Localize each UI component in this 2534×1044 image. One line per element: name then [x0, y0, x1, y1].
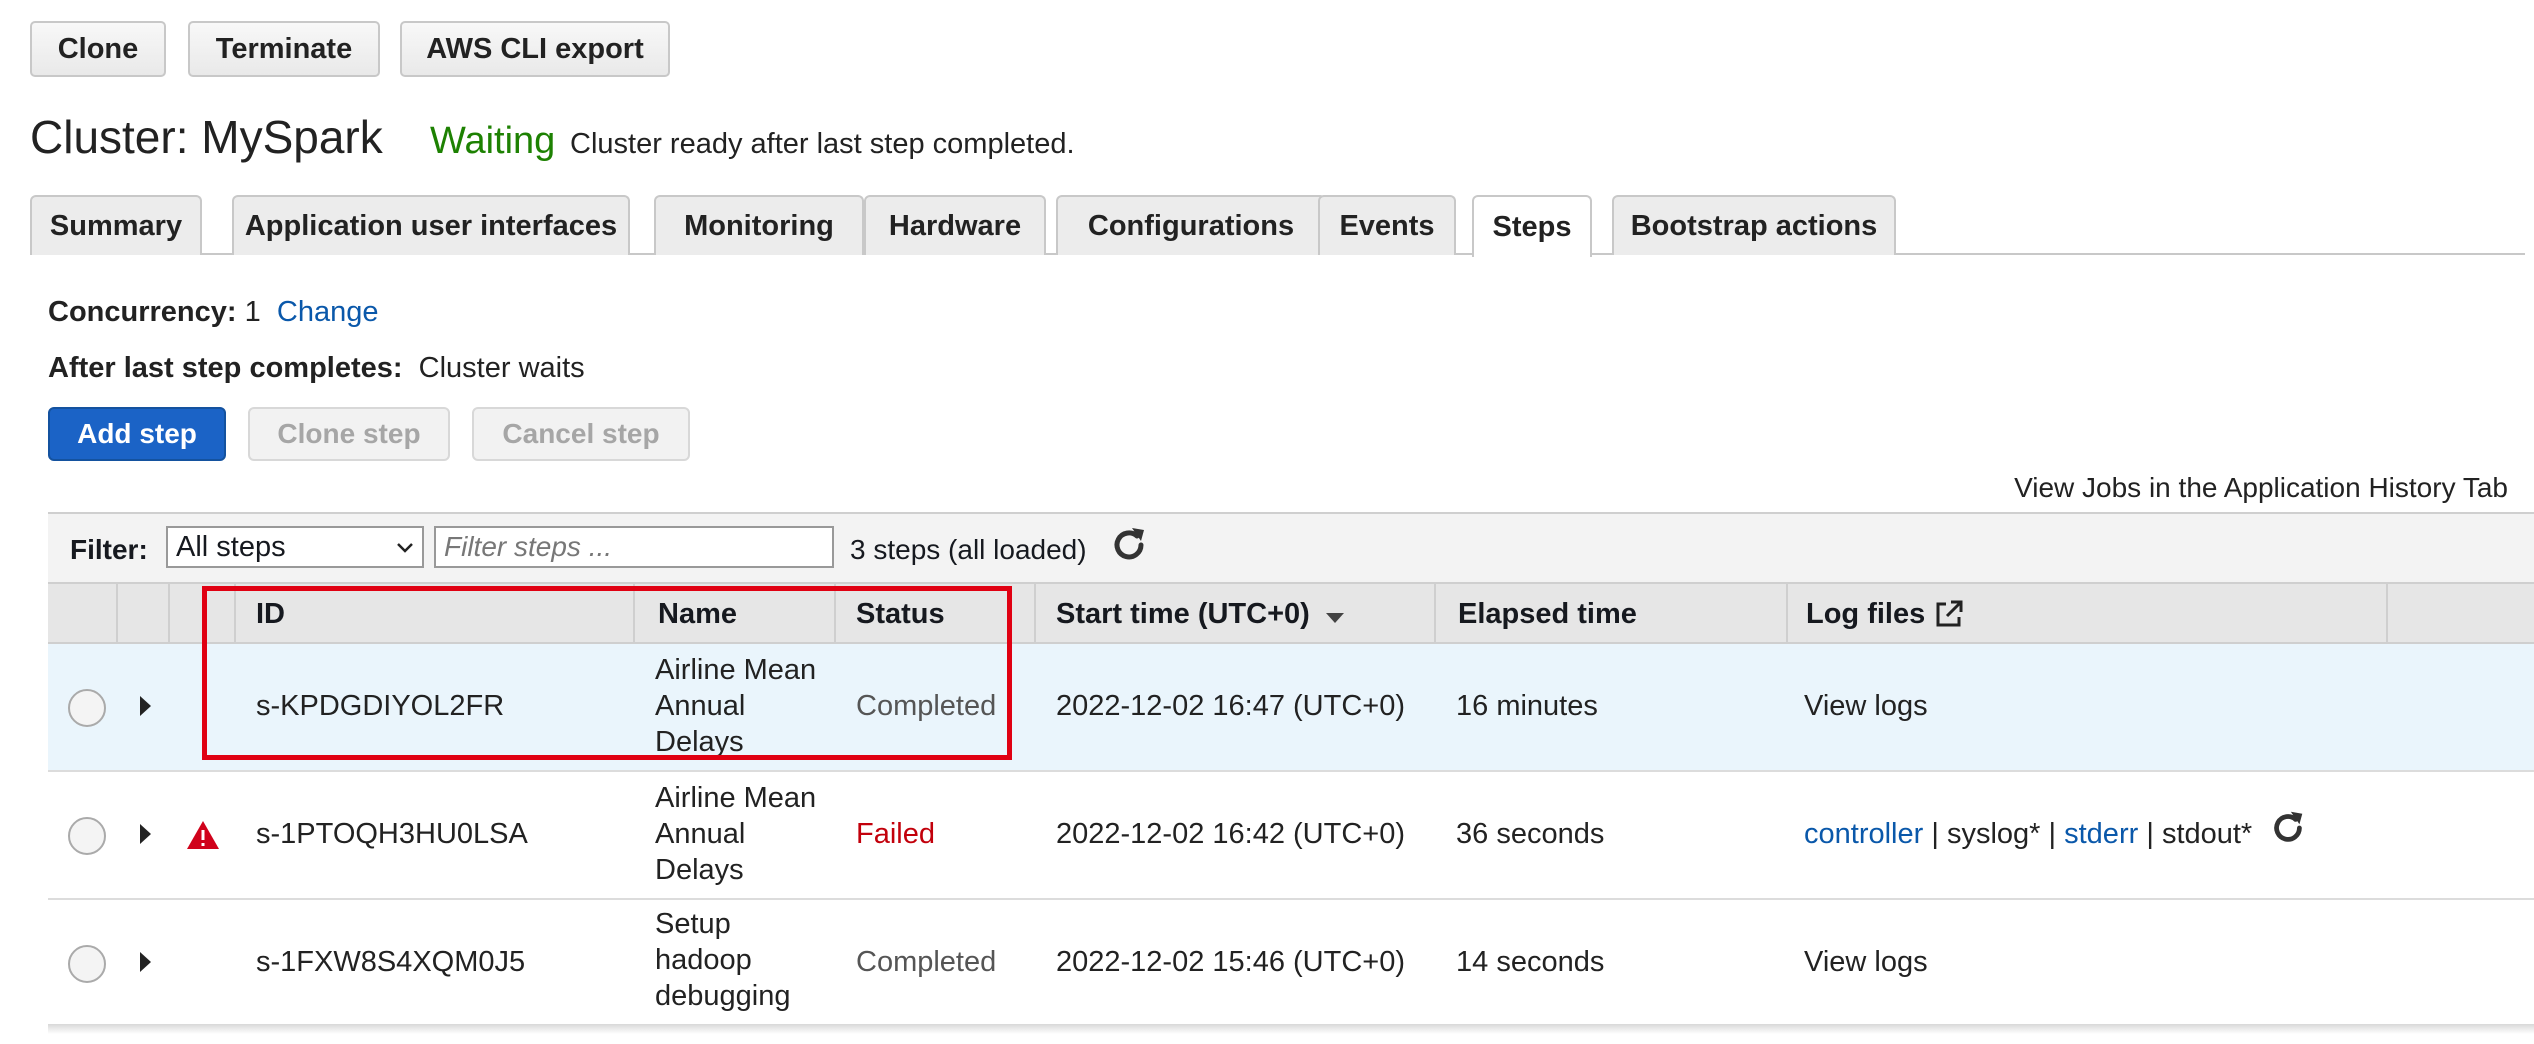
add-step-button[interactable]: Add step: [48, 407, 226, 461]
stdout-text: stdout*: [2161, 818, 2253, 850]
clone-button[interactable]: Clone: [30, 21, 166, 77]
status-badge: Waiting: [430, 120, 556, 162]
chevron-down-icon: [397, 543, 413, 553]
step-id: s-1FXW8S4XQM0J5: [256, 946, 526, 978]
concurrency-label: Concurrency:: [48, 296, 237, 328]
table-bottom-shadow: [48, 1024, 2534, 1034]
step-name: Airline Mean Annual Delays: [655, 654, 817, 758]
concurrency-value: 1: [244, 296, 261, 328]
change-concurrency-link[interactable]: Change: [277, 296, 379, 328]
step-start-time: 2022-12-02 16:47 (UTC+0): [1056, 690, 1406, 722]
step-start-time: 2022-12-02 15:46 (UTC+0): [1056, 946, 1406, 978]
controller-log-link[interactable]: controller: [1804, 818, 1923, 850]
steps-count: 3 steps (all loaded): [850, 534, 1087, 565]
step-name: Airline Mean Annual Delays: [655, 782, 817, 886]
column-id[interactable]: ID: [256, 584, 285, 644]
status-message: Cluster ready after last step completed.: [570, 128, 1075, 160]
step-id: s-KPDGDIYOL2FR: [256, 690, 505, 722]
table-row[interactable]: s-KPDGDIYOL2FR Airline Mean Annual Delay…: [48, 644, 2534, 772]
tab-steps[interactable]: Steps: [1472, 195, 1592, 257]
filter-steps-input[interactable]: Filter steps ...: [434, 526, 834, 568]
table-row[interactable]: s-1PTOQH3HU0LSA Airline Mean Annual Dela…: [48, 772, 2534, 900]
filter-select[interactable]: All steps: [166, 526, 424, 568]
expand-row-icon[interactable]: [140, 824, 151, 844]
log-files-links: controller | syslog* | stderr | stdout*: [1804, 818, 2253, 850]
tab-bootstrap-actions[interactable]: Bootstrap actions: [1612, 195, 1896, 255]
concurrency-row: Concurrency: 1 Change: [48, 296, 378, 329]
column-status[interactable]: Status: [856, 584, 945, 644]
clone-step-button[interactable]: Clone step: [248, 407, 450, 461]
aws-cli-export-button[interactable]: AWS CLI export: [400, 21, 670, 77]
tab-application-user-interfaces[interactable]: Application user interfaces: [232, 195, 630, 255]
external-link-icon: [1936, 600, 1963, 627]
row-select-radio[interactable]: [68, 689, 106, 727]
column-start-time[interactable]: Start time (UTC+0): [1056, 584, 1348, 644]
refresh-icon[interactable]: [1108, 524, 1150, 566]
step-status: Completed: [856, 690, 997, 722]
step-name: Setup hadoop debugging: [655, 908, 791, 1012]
view-logs-link[interactable]: View logs: [1804, 690, 1928, 723]
steps-table-header: ID Name Status Start time (UTC+0) Elapse…: [48, 582, 2534, 644]
application-history-link[interactable]: View Jobs in the Application History Tab: [2014, 472, 2508, 504]
tab-configurations[interactable]: Configurations: [1056, 195, 1326, 255]
warning-icon: [187, 821, 219, 849]
tab-hardware[interactable]: Hardware: [864, 195, 1046, 255]
stderr-log-link[interactable]: stderr: [2064, 818, 2138, 850]
sort-descending-icon: [1325, 613, 1344, 623]
step-elapsed-time: 36 seconds: [1456, 818, 1605, 850]
row-select-radio[interactable]: [68, 817, 106, 855]
step-elapsed-time: 14 seconds: [1456, 946, 1605, 978]
page-title: Cluster: MySpark: [30, 111, 383, 163]
column-log-files[interactable]: Log files: [1806, 584, 1965, 644]
tab-events[interactable]: Events: [1318, 195, 1456, 255]
column-start-time-label: Start time (UTC+0): [1056, 597, 1310, 630]
after-step-label: After last step completes:: [48, 352, 403, 384]
column-name[interactable]: Name: [658, 584, 737, 644]
after-step-row: After last step completes: Cluster waits: [48, 352, 585, 385]
syslog-text: syslog*: [1946, 818, 2041, 850]
column-elapsed-time[interactable]: Elapsed time: [1458, 584, 1637, 644]
column-log-files-label: Log files: [1806, 597, 1926, 630]
step-elapsed-time: 16 minutes: [1456, 690, 1598, 722]
view-logs-link[interactable]: View logs: [1804, 946, 1928, 979]
terminate-button[interactable]: Terminate: [188, 21, 380, 77]
after-step-value: Cluster waits: [418, 352, 585, 384]
cancel-step-button[interactable]: Cancel step: [472, 407, 690, 461]
step-status: Completed: [856, 946, 997, 978]
table-row[interactable]: s-1FXW8S4XQM0J5 Setup hadoop debugging C…: [48, 900, 2534, 1024]
step-start-time: 2022-12-02 16:42 (UTC+0): [1056, 818, 1406, 850]
filter-select-value: All steps: [176, 530, 286, 563]
filter-label: Filter:: [70, 534, 148, 565]
expand-row-icon[interactable]: [140, 696, 151, 716]
filter-bar: Filter: All steps Filter steps ... 3 ste…: [48, 512, 2534, 582]
step-id: s-1PTOQH3HU0LSA: [256, 818, 528, 850]
expand-row-icon[interactable]: [140, 952, 151, 972]
tab-bar: Summary Application user interfaces Moni…: [30, 195, 2525, 257]
step-status: Failed: [856, 818, 935, 850]
refresh-logs-icon[interactable]: [2268, 808, 2308, 848]
tab-summary[interactable]: Summary: [30, 195, 202, 255]
tab-monitoring[interactable]: Monitoring: [654, 195, 864, 255]
row-select-radio[interactable]: [68, 945, 106, 983]
